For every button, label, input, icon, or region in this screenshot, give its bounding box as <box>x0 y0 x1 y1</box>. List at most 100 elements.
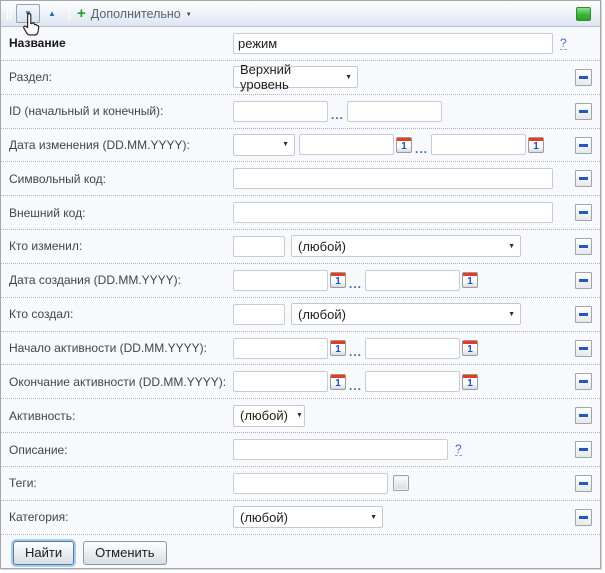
date-created-to-input[interactable] <box>365 270 460 291</box>
remove-field-button[interactable] <box>575 137 592 154</box>
add-icon: + <box>77 8 86 20</box>
date-modified-from-input[interactable] <box>299 134 394 155</box>
remove-field-button[interactable] <box>575 69 592 86</box>
toolbar-separator <box>69 6 70 21</box>
minus-icon <box>579 245 588 248</box>
chevron-down-icon: ▼ <box>282 141 289 148</box>
remove-field-button[interactable] <box>575 306 592 323</box>
select-value: (любой) <box>298 239 346 254</box>
more-fields-button[interactable]: + Дополнительно ▼ <box>77 7 192 21</box>
remove-field-button[interactable] <box>575 340 592 357</box>
remove-field-button[interactable] <box>575 170 592 187</box>
date-modified-to-input[interactable] <box>431 134 526 155</box>
expand-filter-button[interactable]: ▲ <box>40 4 64 23</box>
chevron-down-icon: ▼ <box>370 514 377 521</box>
calendar-icon[interactable]: 1 <box>330 340 346 356</box>
range-dots: ... <box>349 277 362 291</box>
range-dots: ... <box>331 108 344 122</box>
calendar-icon[interactable]: 1 <box>330 374 346 390</box>
calendar-icon[interactable]: 1 <box>330 272 346 288</box>
date-condition-select[interactable]: ▼ <box>233 134 295 156</box>
active-to-end-input[interactable] <box>365 371 460 392</box>
tags-input[interactable] <box>233 473 388 494</box>
chevron-down-icon: ▼ <box>508 311 515 318</box>
minus-icon <box>579 279 588 282</box>
minus-icon <box>579 211 588 214</box>
minus-icon <box>579 76 588 79</box>
cancel-button[interactable]: Отменить <box>83 541 166 565</box>
filter-row-date-modified: Дата изменения (DD.MM.YYYY): ▼ 1 ... 1 <box>1 129 600 163</box>
calendar-icon[interactable]: 1 <box>396 137 412 153</box>
calendar-icon[interactable]: 1 <box>528 137 544 153</box>
field-label: Название <box>9 36 233 50</box>
field-label: Кто создал: <box>9 307 233 321</box>
select-value: (любой) <box>240 510 288 525</box>
minus-icon <box>579 177 588 180</box>
drag-grip-icon[interactable] <box>7 7 11 20</box>
calendar-icon[interactable]: 1 <box>462 374 478 390</box>
modified-by-select[interactable]: (любой) ▼ <box>291 235 521 257</box>
minus-icon <box>579 448 588 451</box>
created-by-select[interactable]: (любой) ▼ <box>291 303 521 325</box>
name-input[interactable] <box>233 33 553 54</box>
remove-field-button[interactable] <box>575 103 592 120</box>
filter-row-date-created: Дата создания (DD.MM.YYYY): 1 ... 1 <box>1 264 600 298</box>
remove-field-button[interactable] <box>575 238 592 255</box>
field-label: Дата изменения (DD.MM.YYYY): <box>9 138 233 152</box>
remove-field-button[interactable] <box>575 509 592 526</box>
field-label: Внешний код: <box>9 206 233 220</box>
minus-icon <box>579 313 588 316</box>
filter-row-active-from: Начало активности (DD.MM.YYYY): 1 ... 1 <box>1 332 600 366</box>
filter-fields: Название ? Раздел: Верхний уровень ▼ ID … <box>1 27 600 535</box>
remove-field-button[interactable] <box>575 204 592 221</box>
filter-settings-button[interactable] <box>576 7 591 21</box>
field-label: Символьный код: <box>9 172 233 186</box>
remove-field-button[interactable] <box>575 407 592 424</box>
help-icon[interactable]: ? <box>560 37 567 50</box>
minus-icon <box>579 110 588 113</box>
external-code-input[interactable] <box>233 202 553 223</box>
chevron-down-icon: ▼ <box>345 74 352 81</box>
field-label: Начало активности (DD.MM.YYYY): <box>9 341 233 355</box>
description-input[interactable] <box>233 439 448 460</box>
date-created-from-input[interactable] <box>233 270 328 291</box>
section-select[interactable]: Верхний уровень ▼ <box>233 66 358 88</box>
modified-by-id-input[interactable] <box>233 236 285 257</box>
filter-row-symbolic-code: Символьный код: <box>1 162 600 196</box>
symbolic-code-input[interactable] <box>233 168 553 189</box>
range-dots: ... <box>349 345 362 359</box>
category-select[interactable]: (любой) ▼ <box>233 506 383 528</box>
activity-select[interactable]: (любой) ▼ <box>233 405 305 427</box>
remove-field-button[interactable] <box>575 441 592 458</box>
remove-field-button[interactable] <box>575 272 592 289</box>
active-from-end-input[interactable] <box>365 338 460 359</box>
field-label: Кто изменил: <box>9 239 233 253</box>
filter-panel: ▼ ▲ + Дополнительно ▼ Название ? Раздел: <box>0 0 601 569</box>
filter-row-active-to: Окончание активности (DD.MM.YYYY): 1 ...… <box>1 365 600 399</box>
field-label: Категория: <box>9 510 233 524</box>
help-icon[interactable]: ? <box>455 443 462 456</box>
id-to-input[interactable] <box>347 101 442 122</box>
field-label: Описание: <box>9 443 233 457</box>
chevron-up-icon: ▲ <box>48 10 56 18</box>
filter-row-activity: Активность: (любой) ▼ <box>1 399 600 433</box>
filter-row-category: Категория: (любой) ▼ <box>1 501 600 535</box>
range-dots: ... <box>415 142 428 156</box>
minus-icon <box>579 516 588 519</box>
collapse-filter-button[interactable]: ▼ <box>16 4 40 23</box>
created-by-id-input[interactable] <box>233 304 285 325</box>
calendar-icon[interactable]: 1 <box>462 340 478 356</box>
tags-picker-button[interactable] <box>393 475 409 491</box>
remove-field-button[interactable] <box>575 475 592 492</box>
calendar-icon[interactable]: 1 <box>462 272 478 288</box>
filter-row-tags: Теги: <box>1 467 600 501</box>
field-label: Раздел: <box>9 70 233 84</box>
field-label: Теги: <box>9 476 233 490</box>
remove-field-button[interactable] <box>575 373 592 390</box>
active-from-start-input[interactable] <box>233 338 328 359</box>
id-from-input[interactable] <box>233 101 328 122</box>
find-button[interactable]: Найти <box>13 541 74 565</box>
chevron-down-icon: ▼ <box>508 243 515 250</box>
active-to-start-input[interactable] <box>233 371 328 392</box>
filter-row-id-range: ID (начальный и конечный): ... <box>1 95 600 129</box>
